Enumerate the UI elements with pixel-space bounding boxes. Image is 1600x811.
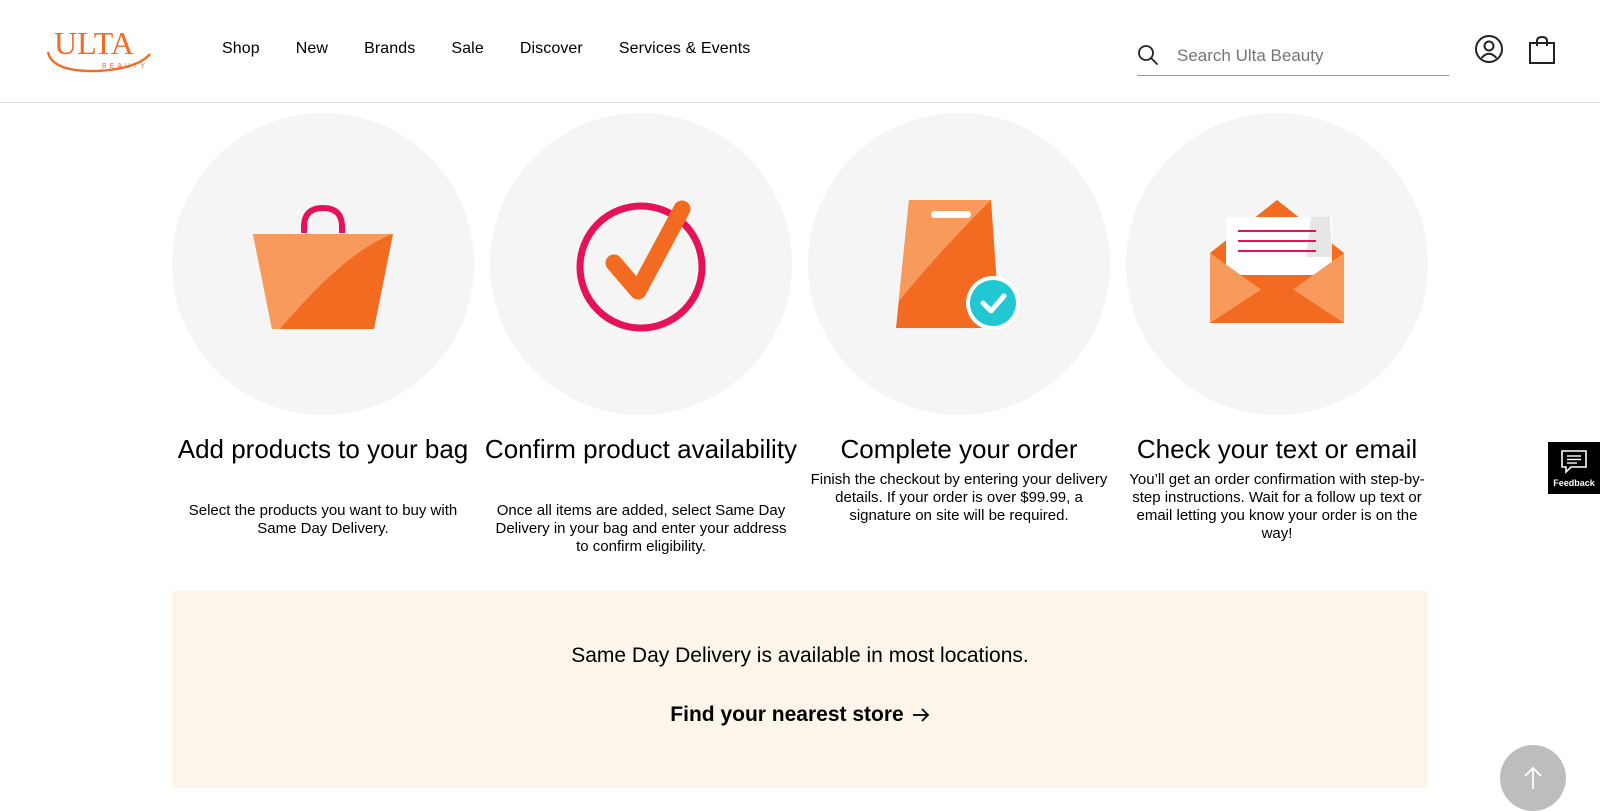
nav-item-brands[interactable]: Brands — [364, 40, 415, 58]
store-locator-banner: Same Day Delivery is available in most l… — [172, 591, 1428, 788]
feedback-icon — [1561, 450, 1587, 474]
nav-item-sale[interactable]: Sale — [451, 40, 483, 58]
shopping-bag-icon — [253, 205, 393, 329]
step-title: Confirm product availability — [484, 434, 798, 464]
ulta-logo[interactable]: ULTA BEAUTY — [42, 22, 154, 74]
account-icon[interactable] — [1474, 34, 1504, 64]
feedback-label: Feedback — [1553, 478, 1595, 488]
find-store-label: Find your nearest store — [670, 703, 904, 726]
logo-wordmark: ULTA — [54, 25, 134, 61]
arrow-up-icon — [1524, 766, 1542, 789]
step-description: You’ll get an order confirmation with st… — [1129, 471, 1425, 542]
step-title: Complete your order — [840, 434, 1078, 464]
nav-item-new[interactable]: New — [296, 40, 328, 58]
nav-item-shop[interactable]: Shop — [222, 40, 260, 58]
feedback-button[interactable]: Feedback — [1548, 442, 1600, 494]
step-description: Once all items are added, select Same Da… — [495, 502, 787, 555]
step-description: Select the products you want to buy with… — [188, 502, 458, 537]
find-store-link[interactable]: Find your nearest store — [172, 703, 1428, 727]
step-description: Finish the checkout by entering your del… — [810, 471, 1108, 524]
order-bag-check-icon — [896, 200, 1020, 330]
search-bar — [1137, 38, 1449, 76]
banner-text: Same Day Delivery is available in most l… — [571, 644, 1029, 667]
main-nav: Shop New Brands Sale Discover Services &… — [222, 40, 786, 58]
step-title: Add products to your bag — [177, 434, 469, 464]
nav-item-services-events[interactable]: Services & Events — [619, 40, 751, 58]
nav-item-discover[interactable]: Discover — [520, 40, 583, 58]
shopping-bag-icon[interactable] — [1528, 35, 1556, 65]
step-title: Check your text or email — [1136, 434, 1418, 464]
search-icon[interactable] — [1137, 44, 1159, 66]
site-header: ULTA BEAUTY Shop New Brands Sale Discove… — [0, 0, 1600, 103]
search-input[interactable] — [1177, 41, 1445, 71]
arrow-right-icon — [912, 708, 929, 722]
scroll-to-top-button[interactable] — [1500, 745, 1566, 811]
logo-subtext: BEAUTY — [102, 63, 148, 70]
envelope-letter-icon — [1210, 200, 1344, 323]
checkmark-circle-icon — [576, 200, 706, 332]
